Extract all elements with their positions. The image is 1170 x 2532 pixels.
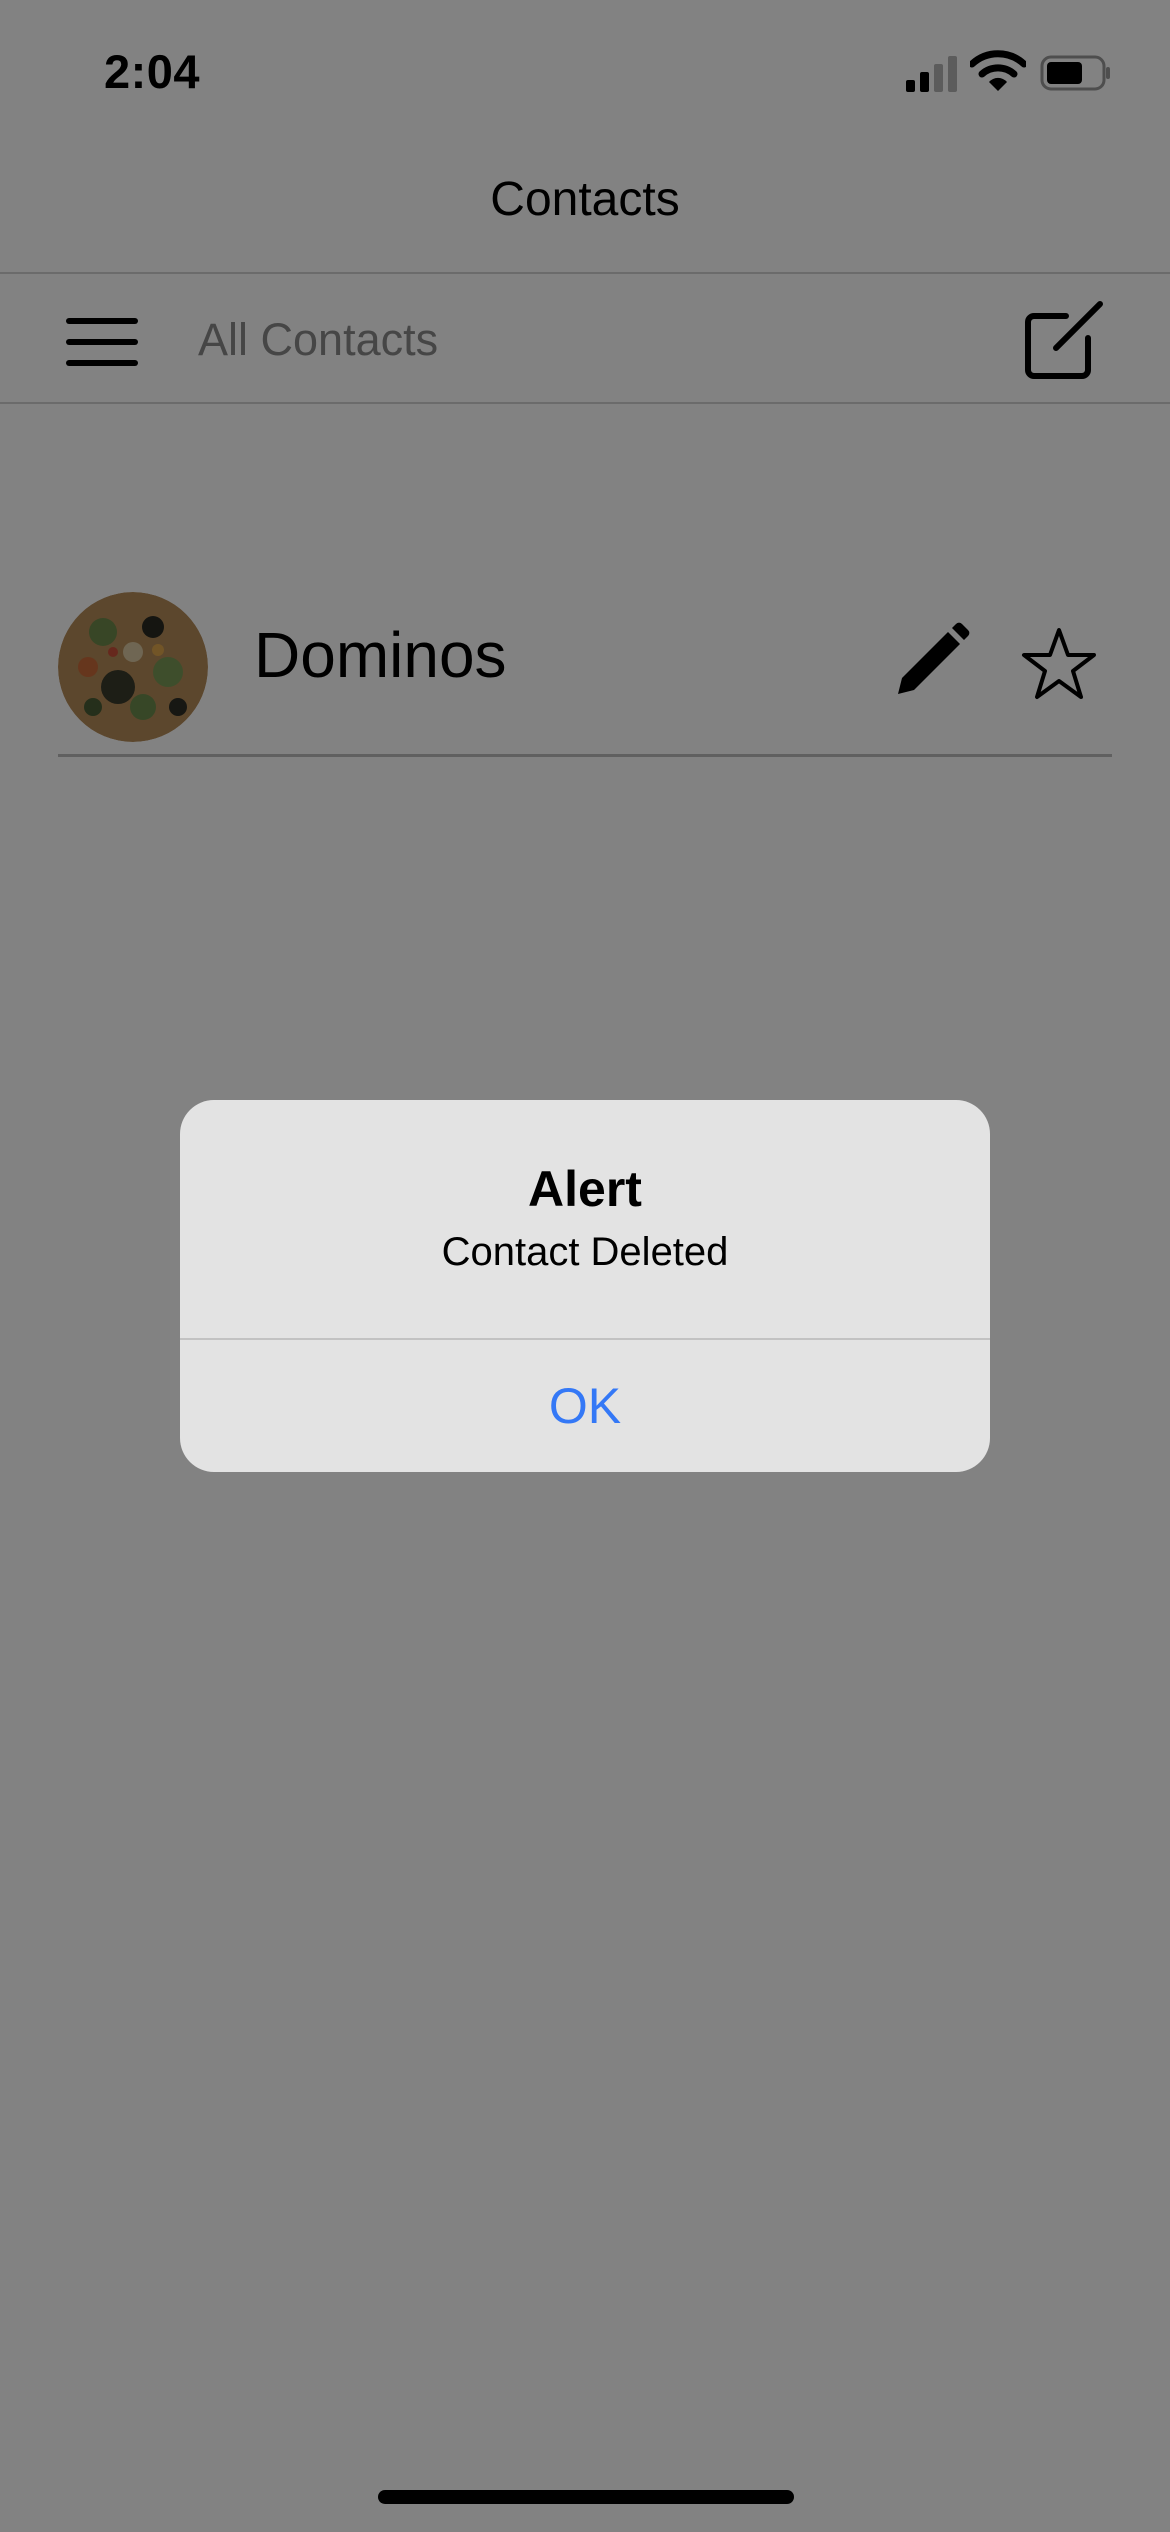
alert-title: Alert: [528, 1161, 642, 1217]
alert-message: Contact Deleted: [441, 1230, 729, 1274]
alert-dialog: Alert Contact Deleted OK: [180, 1100, 990, 1472]
ok-button[interactable]: OK: [180, 1340, 990, 1472]
